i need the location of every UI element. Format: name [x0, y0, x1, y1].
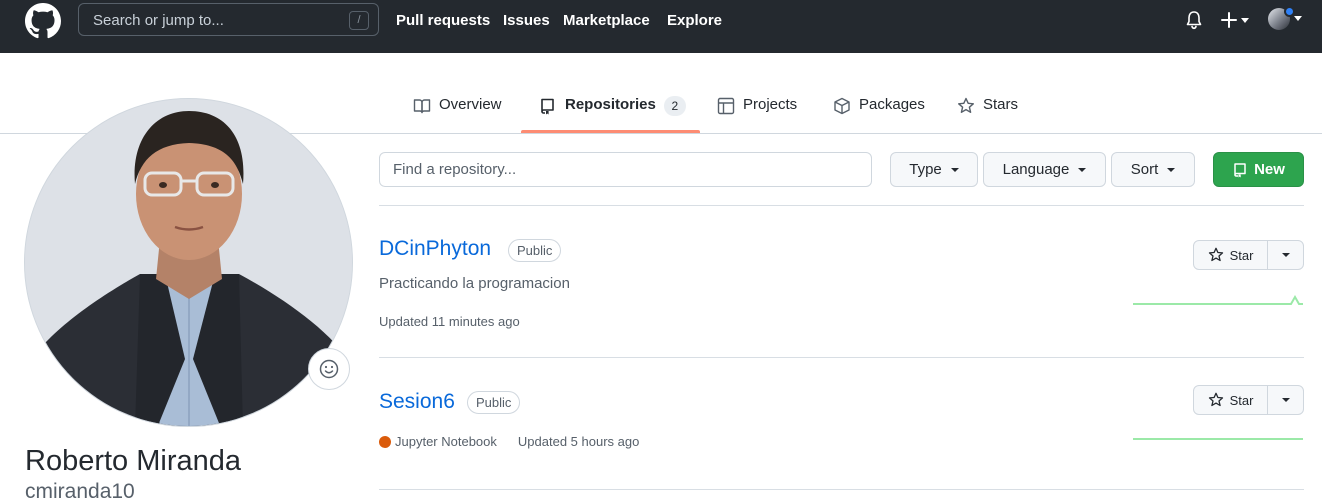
type-filter-button[interactable]: Type [890, 152, 978, 187]
star-button-group: Star [1193, 385, 1304, 415]
language-color-dot [379, 435, 391, 448]
star-button-label: Star [1229, 392, 1254, 408]
list-divider [379, 489, 1304, 490]
star-icon [1208, 392, 1223, 407]
repo-updated-time: Updated 11 minutes ago [379, 314, 520, 329]
search-shortcut-key: / [349, 11, 369, 30]
profile-photo [25, 99, 352, 426]
visibility-badge: Public [508, 239, 562, 262]
star-list-dropdown[interactable] [1268, 241, 1303, 269]
profile-username: cmiranda10 [25, 480, 135, 503]
nav-issues[interactable]: Issues [503, 12, 550, 29]
chevron-down-icon [950, 167, 959, 172]
new-button-label: New [1254, 161, 1285, 178]
sort-button[interactable]: Sort [1111, 152, 1195, 187]
repo-name-link[interactable]: DCinPhyton [379, 237, 491, 261]
new-repository-button[interactable]: New [1213, 152, 1304, 187]
profile-name: Roberto Miranda [25, 445, 241, 477]
star-list-dropdown[interactable] [1268, 386, 1303, 414]
smiley-icon [319, 359, 339, 379]
star-icon [958, 97, 974, 113]
tab-stars-label: Stars [983, 96, 1019, 113]
bell-icon[interactable] [1185, 10, 1203, 30]
repo-language: Jupyter Notebook [395, 434, 497, 449]
package-icon [834, 97, 850, 115]
table-icon [717, 97, 735, 115]
chevron-down-icon[interactable] [1294, 16, 1302, 21]
type-filter-label: Type [909, 161, 942, 178]
create-new-plus-icon[interactable] [1220, 9, 1252, 31]
repo-meta: Jupyter Notebook Updated 5 hours ago [379, 434, 639, 449]
star-button-label: Star [1229, 247, 1254, 263]
star-button-group: Star [1193, 240, 1304, 270]
chevron-down-icon [1281, 398, 1290, 402]
repo-updated-time: Updated 5 hours ago [517, 434, 640, 449]
global-header: Search or jump to... / Pull requests Iss… [0, 0, 1322, 53]
tab-packages[interactable]: Packages [833, 96, 925, 134]
nav-explore[interactable]: Explore [667, 12, 722, 29]
chevron-down-icon [1281, 253, 1290, 257]
tab-repositories-label: Repositories [565, 96, 656, 113]
profile-avatar[interactable] [24, 98, 353, 427]
book-icon [413, 99, 431, 114]
tab-projects-label: Projects [743, 96, 798, 113]
repositories-count-badge: 2 [663, 96, 686, 116]
repo-description: Practicando la programacion [379, 275, 570, 292]
star-icon [1208, 247, 1223, 262]
repo-icon [1234, 162, 1246, 177]
tab-packages-label: Packages [859, 96, 925, 113]
set-status-button[interactable] [308, 348, 350, 390]
language-filter-button[interactable]: Language [983, 152, 1106, 187]
tab-projects[interactable]: Projects [717, 96, 797, 134]
visibility-badge: Public [467, 391, 521, 414]
github-logo-icon[interactable] [25, 3, 61, 39]
star-button[interactable]: Star [1194, 386, 1268, 414]
find-repository-input[interactable] [379, 152, 872, 187]
repo-name-link[interactable]: Sesion6 [379, 390, 455, 414]
tab-stars[interactable]: Stars [957, 96, 1018, 134]
tab-repositories[interactable]: Repositories 2 [539, 96, 686, 134]
activity-sparkline [1133, 295, 1303, 305]
list-divider [379, 205, 1304, 206]
chevron-down-icon [1078, 167, 1087, 172]
chevron-down-icon [1167, 167, 1176, 172]
global-search-input[interactable]: Search or jump to... / [78, 3, 379, 36]
list-divider [379, 357, 1304, 358]
nav-marketplace[interactable]: Marketplace [563, 12, 650, 29]
tab-overview[interactable]: Overview [413, 96, 502, 134]
tab-overview-label: Overview [439, 96, 502, 113]
repo-meta: Updated 11 minutes ago [379, 314, 520, 329]
language-filter-label: Language [1002, 161, 1070, 178]
star-button[interactable]: Star [1194, 241, 1268, 269]
activity-sparkline [1133, 438, 1303, 440]
sort-label: Sort [1130, 161, 1159, 178]
search-placeholder: Search or jump to... [93, 12, 224, 29]
nav-pull-requests[interactable]: Pull requests [396, 12, 490, 29]
repo-icon [541, 98, 554, 115]
